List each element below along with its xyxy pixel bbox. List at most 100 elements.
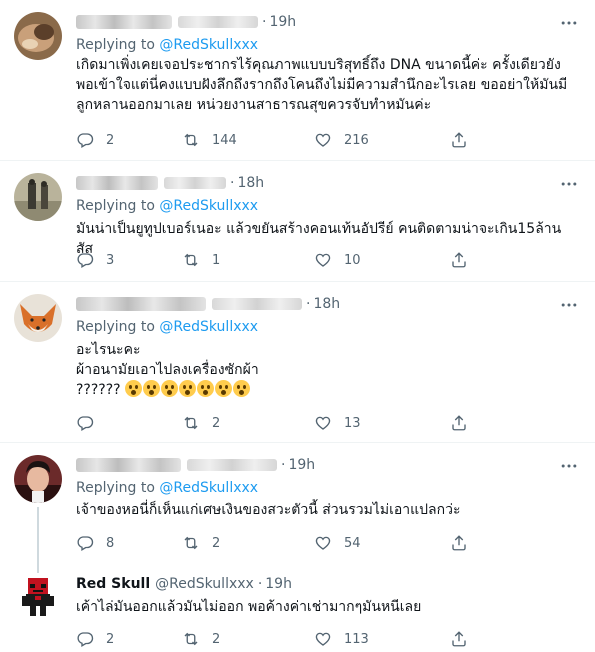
mention-link[interactable]: @RedSkullxxx	[159, 319, 258, 335]
tweet[interactable]: · 18h Replying to @RedSkullxxx อะไรนะคะ …	[0, 282, 595, 443]
heart-icon	[314, 251, 332, 269]
retweet-count: 1	[212, 252, 221, 268]
retweet-button[interactable]: 144	[182, 131, 314, 149]
blurred-display-name	[76, 297, 206, 311]
share-icon	[450, 630, 468, 648]
tweet[interactable]: · 19h Replying to @RedSkullxxx เจ้าของหอ…	[0, 443, 595, 573]
retweet-icon	[182, 251, 200, 269]
avatar[interactable]	[20, 576, 56, 616]
avatar[interactable]	[14, 294, 62, 342]
reply-button[interactable]	[76, 414, 182, 432]
tweet-text: อะไรนะคะ ผ้าอนามัยเอาไปลงเครื่องซักผ้า ?…	[76, 340, 581, 400]
share-button[interactable]	[450, 630, 480, 648]
avatar[interactable]	[14, 455, 62, 503]
screaming-face-emoji	[125, 380, 143, 397]
like-button[interactable]: 13	[314, 414, 450, 432]
retweet-count: 144	[212, 132, 237, 148]
reply-button[interactable]: 8	[76, 534, 182, 552]
retweet-button[interactable]: 1	[182, 251, 314, 269]
like-count: 10	[344, 252, 361, 268]
like-count: 13	[344, 415, 361, 431]
blurred-display-name	[76, 176, 158, 190]
screaming-face-emoji	[215, 380, 233, 397]
display-name[interactable]: Red Skull	[76, 576, 150, 592]
like-count: 216	[344, 132, 369, 148]
user-handle[interactable]: @RedSkullxxx	[155, 576, 254, 592]
blurred-handle	[212, 298, 302, 310]
more-icon[interactable]	[559, 295, 579, 315]
blurred-display-name	[76, 458, 181, 472]
tweet-time[interactable]: 18h	[237, 175, 264, 191]
share-button[interactable]	[450, 131, 480, 149]
share-icon	[450, 534, 468, 552]
screaming-face-emoji	[161, 380, 179, 397]
reply-button[interactable]: 2	[76, 131, 182, 149]
like-count: 54	[344, 535, 361, 551]
more-icon[interactable]	[559, 174, 579, 194]
replying-label: Replying to	[76, 480, 160, 496]
tweet-text-line: ผ้าอนามัยเอาไปลงเครื่องซักผ้า	[76, 362, 259, 378]
tweet-actions: 3 1 10	[76, 250, 480, 270]
question-marks: ??????	[76, 382, 121, 398]
reply-count: 2	[106, 132, 115, 148]
avatar[interactable]	[14, 173, 62, 221]
heart-icon	[314, 630, 332, 648]
tweet-text: เค้าไล่มันออกแล้วมันไม่ออก พอค้างค่าเช่า…	[76, 599, 422, 615]
retweet-icon	[182, 630, 200, 648]
heart-icon	[314, 414, 332, 432]
replying-to: Replying to @RedSkullxxx	[76, 480, 258, 496]
tweet-actions: 2 144 216	[76, 130, 480, 150]
more-icon[interactable]	[559, 456, 579, 476]
retweet-button[interactable]: 2	[182, 414, 314, 432]
share-icon	[450, 251, 468, 269]
replying-to: Replying to @RedSkullxxx	[76, 198, 258, 214]
avatar[interactable]	[14, 12, 62, 60]
tweet-time[interactable]: 19h	[269, 14, 296, 30]
mention-link[interactable]: @RedSkullxxx	[159, 37, 258, 53]
reply-button[interactable]: 3	[76, 251, 182, 269]
separator-dot: ·	[281, 457, 286, 473]
separator-dot: ·	[230, 175, 235, 191]
retweet-button[interactable]: 2	[182, 534, 314, 552]
retweet-count: 2	[212, 631, 221, 647]
like-button[interactable]: 216	[314, 131, 450, 149]
like-count: 113	[344, 631, 369, 647]
separator-dot: ·	[262, 14, 267, 30]
tweet-actions: 2 13	[76, 413, 480, 433]
mention-link[interactable]: @RedSkullxxx	[159, 480, 258, 496]
tweet-time[interactable]: 19h	[265, 576, 292, 592]
tweet-time[interactable]: 19h	[288, 457, 315, 473]
blurred-handle	[178, 16, 258, 28]
share-button[interactable]	[450, 251, 480, 269]
share-button[interactable]	[450, 414, 480, 432]
tweet[interactable]: Red Skull @RedSkullxxx · 19h เค้าไล่มันอ…	[0, 564, 595, 652]
heart-icon	[314, 131, 332, 149]
mention-link[interactable]: @RedSkullxxx	[159, 198, 258, 214]
tweet-header: Red Skull @RedSkullxxx · 19h	[76, 574, 292, 594]
replying-to: Replying to @RedSkullxxx	[76, 37, 258, 53]
like-button[interactable]: 10	[314, 251, 450, 269]
tweet-actions: 2 2 113	[76, 629, 480, 649]
tweet-header: · 19h	[76, 455, 315, 475]
screaming-face-emoji	[143, 380, 161, 397]
more-icon[interactable]	[559, 13, 579, 33]
reply-icon	[76, 131, 94, 149]
tweet-time[interactable]: 18h	[313, 296, 340, 312]
tweet[interactable]: · 19h Replying to @RedSkullxxx เกิดมาเพิ…	[0, 0, 595, 161]
tweet-text: เจ้าของหอนี่ก็เห็นแก่เศษเงินของสวะตัวนี้…	[76, 502, 461, 518]
reply-count: 3	[106, 252, 115, 268]
like-button[interactable]: 113	[314, 630, 450, 648]
tweet[interactable]: · 18h Replying to @RedSkullxxx มันน่าเป็…	[0, 161, 595, 282]
reply-button[interactable]: 2	[76, 630, 182, 648]
screaming-face-emoji	[197, 380, 215, 397]
tweet-text-line: อะไรนะคะ	[76, 342, 141, 358]
heart-icon	[314, 534, 332, 552]
share-icon	[450, 131, 468, 149]
separator-dot: ·	[257, 576, 263, 592]
reply-icon	[76, 251, 94, 269]
like-button[interactable]: 54	[314, 534, 450, 552]
replying-to: Replying to @RedSkullxxx	[76, 319, 258, 335]
share-button[interactable]	[450, 534, 480, 552]
retweet-icon	[182, 414, 200, 432]
retweet-button[interactable]: 2	[182, 630, 314, 648]
